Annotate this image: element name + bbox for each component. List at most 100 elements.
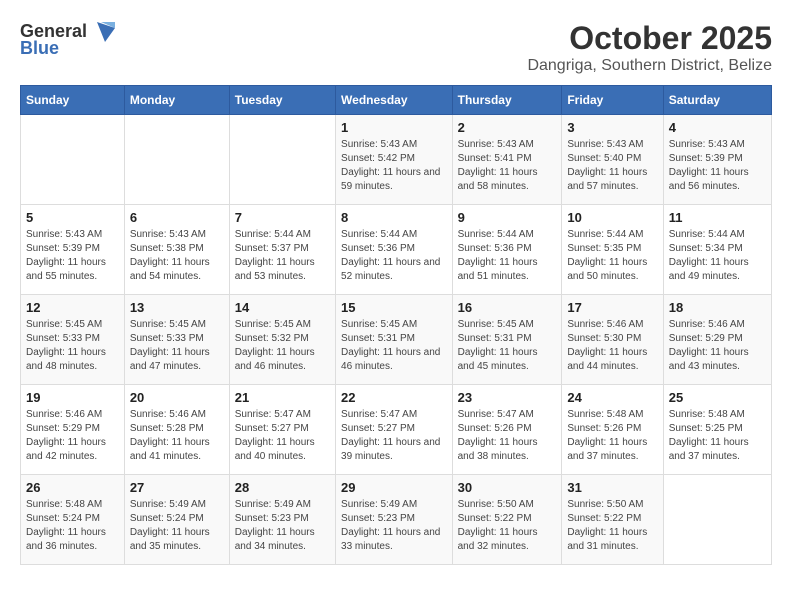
page-header: General Blue October 2025 Dangriga, Sout…: [20, 20, 772, 75]
day-number: 3: [567, 120, 657, 135]
calendar-cell: 25 Sunrise: 5:48 AMSunset: 5:25 PMDayligh…: [663, 385, 771, 475]
day-info: Sunrise: 5:46 AMSunset: 5:28 PMDaylight:…: [130, 408, 224, 464]
day-number: 29: [341, 480, 447, 495]
logo-blue: Blue: [20, 38, 59, 59]
title-section: October 2025 Dangriga, Southern District…: [527, 20, 772, 75]
calendar-cell: 31Sunrise: 5:50 AMSunset: 5:22 PMDayligh…: [562, 475, 663, 565]
calendar-cell: 30 Sunrise: 5:50 AMSunset: 5:22 PMDayligh…: [452, 475, 562, 565]
calendar-cell: 10 Sunrise: 5:44 AMSunset: 5:35 PMDayligh…: [562, 205, 663, 295]
day-number: 4: [669, 120, 766, 135]
day-info: Sunrise: 5:45 AMSunset: 5:33 PMDaylight:…: [130, 318, 224, 374]
day-number: 30: [458, 480, 557, 495]
day-number: 9: [458, 210, 557, 225]
day-info: Sunrise: 5:44 AMSunset: 5:35 PMDaylight:…: [567, 228, 657, 284]
calendar-week-row: 5 Sunrise: 5:43 AMSunset: 5:39 PMDaylight…: [21, 205, 772, 295]
calendar-cell: [21, 115, 125, 205]
day-info: Sunrise: 5:46 AMSunset: 5:29 PMDaylight:…: [669, 318, 766, 374]
day-number: 1: [341, 120, 447, 135]
day-number: 25: [669, 390, 766, 405]
day-info: Sunrise: 5:43 AMSunset: 5:40 PMDaylight:…: [567, 138, 657, 194]
calendar-cell: 13 Sunrise: 5:45 AMSunset: 5:33 PMDayligh…: [124, 295, 229, 385]
day-number: 27: [130, 480, 224, 495]
calendar-cell: 2 Sunrise: 5:43 AMSunset: 5:41 PMDaylight…: [452, 115, 562, 205]
calendar-cell: 20 Sunrise: 5:46 AMSunset: 5:28 PMDayligh…: [124, 385, 229, 475]
calendar-cell: 22Sunrise: 5:47 AMSunset: 5:27 PMDayligh…: [336, 385, 453, 475]
header-friday: Friday: [562, 86, 663, 115]
calendar-cell: 15 Sunrise: 5:45 AMSunset: 5:31 PMDayligh…: [336, 295, 453, 385]
calendar-cell: 23 Sunrise: 5:47 AMSunset: 5:26 PMDayligh…: [452, 385, 562, 475]
calendar-cell: 9 Sunrise: 5:44 AMSunset: 5:36 PMDaylight…: [452, 205, 562, 295]
calendar-cell: 18Sunrise: 5:46 AMSunset: 5:29 PMDayligh…: [663, 295, 771, 385]
day-number: 22: [341, 390, 447, 405]
calendar-week-row: 26Sunrise: 5:48 AMSunset: 5:24 PMDayligh…: [21, 475, 772, 565]
calendar-cell: [229, 115, 335, 205]
day-info: Sunrise: 5:47 AMSunset: 5:27 PMDaylight:…: [235, 408, 330, 464]
day-number: 7: [235, 210, 330, 225]
day-info: Sunrise: 5:50 AMSunset: 5:22 PMDaylight:…: [567, 498, 657, 554]
day-info: Sunrise: 5:45 AMSunset: 5:31 PMDaylight:…: [458, 318, 557, 374]
calendar-cell: 6Sunrise: 5:43 AMSunset: 5:38 PMDaylight…: [124, 205, 229, 295]
day-info: Sunrise: 5:44 AMSunset: 5:37 PMDaylight:…: [235, 228, 330, 284]
day-number: 21: [235, 390, 330, 405]
day-info: Sunrise: 5:44 AMSunset: 5:36 PMDaylight:…: [458, 228, 557, 284]
day-info: Sunrise: 5:48 AMSunset: 5:25 PMDaylight:…: [669, 408, 766, 464]
calendar-table: SundayMondayTuesdayWednesdayThursdayFrid…: [20, 85, 772, 565]
day-number: 5: [26, 210, 119, 225]
header-wednesday: Wednesday: [336, 86, 453, 115]
calendar-cell: 27Sunrise: 5:49 AMSunset: 5:24 PMDayligh…: [124, 475, 229, 565]
day-number: 23: [458, 390, 557, 405]
day-number: 24: [567, 390, 657, 405]
day-info: Sunrise: 5:44 AMSunset: 5:34 PMDaylight:…: [669, 228, 766, 284]
calendar-cell: 26Sunrise: 5:48 AMSunset: 5:24 PMDayligh…: [21, 475, 125, 565]
day-info: Sunrise: 5:43 AMSunset: 5:38 PMDaylight:…: [130, 228, 224, 284]
calendar-cell: 28 Sunrise: 5:49 AMSunset: 5:23 PMDayligh…: [229, 475, 335, 565]
header-thursday: Thursday: [452, 86, 562, 115]
logo-icon: [87, 20, 115, 42]
day-info: Sunrise: 5:45 AMSunset: 5:32 PMDaylight:…: [235, 318, 330, 374]
day-number: 28: [235, 480, 330, 495]
day-info: Sunrise: 5:45 AMSunset: 5:33 PMDaylight:…: [26, 318, 119, 374]
calendar-header-row: SundayMondayTuesdayWednesdayThursdayFrid…: [21, 86, 772, 115]
day-number: 13: [130, 300, 224, 315]
calendar-cell: 16Sunrise: 5:45 AMSunset: 5:31 PMDayligh…: [452, 295, 562, 385]
day-info: Sunrise: 5:49 AMSunset: 5:23 PMDaylight:…: [235, 498, 330, 554]
day-info: Sunrise: 5:46 AMSunset: 5:30 PMDaylight:…: [567, 318, 657, 374]
header-monday: Monday: [124, 86, 229, 115]
calendar-cell: 8 Sunrise: 5:44 AMSunset: 5:36 PMDaylight…: [336, 205, 453, 295]
day-info: Sunrise: 5:44 AMSunset: 5:36 PMDaylight:…: [341, 228, 447, 284]
calendar-cell: 3 Sunrise: 5:43 AMSunset: 5:40 PMDaylight…: [562, 115, 663, 205]
day-info: Sunrise: 5:43 AMSunset: 5:39 PMDaylight:…: [26, 228, 119, 284]
day-number: 20: [130, 390, 224, 405]
day-info: Sunrise: 5:49 AMSunset: 5:23 PMDaylight:…: [341, 498, 447, 554]
day-info: Sunrise: 5:43 AMSunset: 5:41 PMDaylight:…: [458, 138, 557, 194]
header-tuesday: Tuesday: [229, 86, 335, 115]
day-number: 19: [26, 390, 119, 405]
header-sunday: Sunday: [21, 86, 125, 115]
day-number: 2: [458, 120, 557, 135]
calendar-cell: [124, 115, 229, 205]
day-info: Sunrise: 5:47 AMSunset: 5:26 PMDaylight:…: [458, 408, 557, 464]
month-title: October 2025: [527, 20, 772, 57]
day-number: 12: [26, 300, 119, 315]
calendar-cell: 19 Sunrise: 5:46 AMSunset: 5:29 PMDayligh…: [21, 385, 125, 475]
day-number: 8: [341, 210, 447, 225]
calendar-week-row: 12 Sunrise: 5:45 AMSunset: 5:33 PMDayligh…: [21, 295, 772, 385]
day-info: Sunrise: 5:50 AMSunset: 5:22 PMDaylight:…: [458, 498, 557, 554]
calendar-cell: 12 Sunrise: 5:45 AMSunset: 5:33 PMDayligh…: [21, 295, 125, 385]
day-info: Sunrise: 5:46 AMSunset: 5:29 PMDaylight:…: [26, 408, 119, 464]
calendar-cell: 21 Sunrise: 5:47 AMSunset: 5:27 PMDayligh…: [229, 385, 335, 475]
day-number: 14: [235, 300, 330, 315]
calendar-cell: [663, 475, 771, 565]
day-info: Sunrise: 5:48 AMSunset: 5:24 PMDaylight:…: [26, 498, 119, 554]
day-info: Sunrise: 5:45 AMSunset: 5:31 PMDaylight:…: [341, 318, 447, 374]
calendar-cell: 5 Sunrise: 5:43 AMSunset: 5:39 PMDaylight…: [21, 205, 125, 295]
day-info: Sunrise: 5:48 AMSunset: 5:26 PMDaylight:…: [567, 408, 657, 464]
day-info: Sunrise: 5:43 AMSunset: 5:39 PMDaylight:…: [669, 138, 766, 194]
day-number: 15: [341, 300, 447, 315]
calendar-cell: 29 Sunrise: 5:49 AMSunset: 5:23 PMDayligh…: [336, 475, 453, 565]
header-saturday: Saturday: [663, 86, 771, 115]
day-number: 10: [567, 210, 657, 225]
calendar-cell: 24 Sunrise: 5:48 AMSunset: 5:26 PMDayligh…: [562, 385, 663, 475]
day-info: Sunrise: 5:43 AMSunset: 5:42 PMDaylight:…: [341, 138, 447, 194]
calendar-cell: 7 Sunrise: 5:44 AMSunset: 5:37 PMDaylight…: [229, 205, 335, 295]
